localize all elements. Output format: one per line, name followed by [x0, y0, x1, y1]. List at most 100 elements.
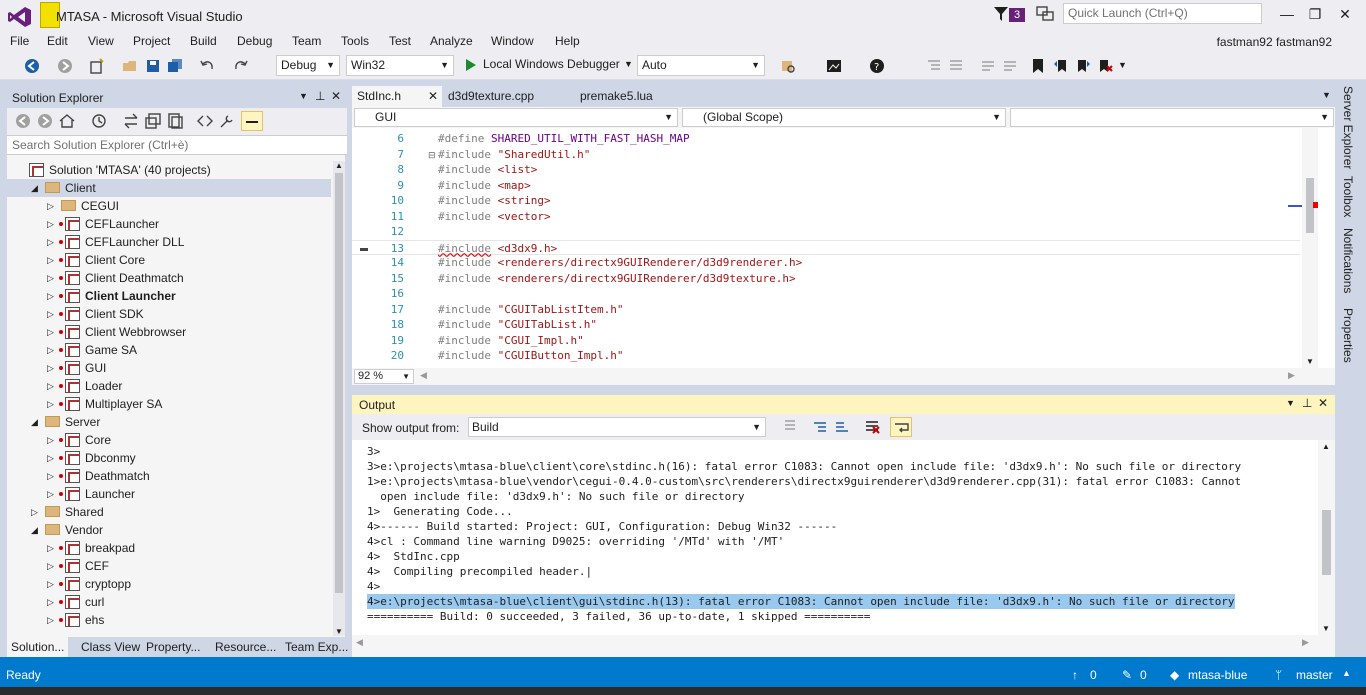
previous-message-icon[interactable]	[812, 419, 828, 435]
collapsed-arrow-icon[interactable]: ▷	[47, 197, 54, 215]
clear-bookmarks-icon[interactable]	[1097, 58, 1113, 74]
output-horizontal-scrollbar[interactable]: ◀ ▶	[352, 635, 1318, 651]
collapsed-arrow-icon[interactable]: ▷	[47, 485, 54, 503]
filter-icon[interactable]	[994, 6, 1008, 22]
branch-menu-icon[interactable]: ▲	[1342, 668, 1351, 678]
collapsed-arrow-icon[interactable]: ▷	[31, 503, 38, 521]
collapsed-arrow-icon[interactable]: ▷	[47, 269, 54, 287]
tab-resource-view[interactable]: Resource...	[211, 637, 280, 658]
output-line[interactable]: 1>e:\projects\mtasa-blue\vendor\cegui-0.…	[367, 474, 1241, 489]
pending-changes-filter-icon[interactable]	[91, 113, 107, 129]
tree-item[interactable]: ▷ Client Core	[7, 251, 331, 269]
image-icon[interactable]	[826, 58, 842, 74]
scrollbar-thumb[interactable]	[335, 173, 343, 593]
open-file-icon[interactable]	[122, 58, 138, 74]
collapsed-arrow-icon[interactable]: ▷	[47, 233, 54, 251]
output-line[interactable]: 4>cl : Command line warning D9025: overr…	[367, 534, 784, 549]
comment-icon[interactable]	[980, 58, 996, 74]
solution-search-input[interactable]: Search Solution Explorer (Ctrl+è)	[7, 135, 347, 155]
tree-item[interactable]: ▷ Multiplayer SA	[7, 395, 331, 413]
clear-all-icon[interactable]	[864, 419, 880, 435]
home-icon[interactable]	[59, 113, 75, 129]
collapsed-arrow-icon[interactable]: ▷	[47, 467, 54, 485]
tab-stdinc-h[interactable]: StdInc.h ✕	[352, 86, 442, 107]
collapsed-arrow-icon[interactable]: ▷	[47, 611, 54, 629]
tree-item[interactable]: ▷ Deathmatch	[7, 467, 331, 485]
code-line[interactable]: 10 #include <string>	[352, 193, 1300, 209]
repository-name[interactable]: mtasa-blue	[1188, 668, 1247, 682]
collapsed-arrow-icon[interactable]: ▷	[47, 377, 54, 395]
tree-item[interactable]: ▷ GUI	[7, 359, 331, 377]
tab-team-explorer[interactable]: Team Exp...	[281, 637, 352, 658]
collapsed-arrow-icon[interactable]: ▷	[47, 215, 54, 233]
preview-selected-items-button[interactable]	[241, 111, 263, 131]
indent-icon[interactable]	[948, 58, 964, 74]
menu-window[interactable]: Window	[491, 34, 534, 48]
collapsed-arrow-icon[interactable]: ▷	[47, 359, 54, 377]
code-line[interactable]: 20 #include "CGUIButton_Impl.h"	[352, 348, 1300, 364]
menu-tools[interactable]: Tools	[341, 34, 369, 48]
show-all-files-icon[interactable]	[167, 113, 183, 129]
pin-icon[interactable]: ⊥	[1302, 396, 1312, 410]
format-icon[interactable]	[926, 58, 942, 74]
tree-item[interactable]: ▷ Dbconmy	[7, 449, 331, 467]
output-line[interactable]: open include file: 'd3dx9.h': No such fi…	[367, 489, 744, 504]
scroll-left-icon[interactable]: ◀	[356, 637, 363, 648]
collapsed-arrow-icon[interactable]: ▷	[47, 323, 54, 341]
collapse-all-icon[interactable]	[145, 113, 161, 129]
redo-icon[interactable]	[233, 58, 249, 74]
properties-wrench-icon[interactable]	[219, 113, 235, 129]
find-in-files-icon[interactable]	[780, 58, 796, 74]
minimize-button[interactable]: —	[1272, 4, 1302, 24]
tree-item[interactable]: ◢ Server	[7, 413, 331, 431]
toolbar-overflow-icon[interactable]: ▼	[1118, 60, 1127, 70]
previous-bookmark-icon[interactable]	[1053, 58, 1069, 74]
menu-help[interactable]: Help	[555, 34, 580, 48]
branch-name[interactable]: master	[1296, 668, 1333, 682]
tab-premake5-lua[interactable]: premake5.lua	[575, 86, 658, 107]
undo-icon[interactable]	[199, 58, 215, 74]
output-line[interactable]: 4> StdInc.cpp	[367, 549, 460, 564]
output-source-select[interactable]: Build ▼	[468, 417, 766, 437]
word-wrap-toggle[interactable]	[890, 417, 912, 437]
expanded-arrow-icon[interactable]: ◢	[31, 521, 38, 539]
outline-collapse-icon[interactable]: ⊟	[428, 150, 436, 161]
pin-icon[interactable]: ⊥	[315, 89, 325, 103]
collapsed-arrow-icon[interactable]: ▷	[47, 251, 54, 269]
collapsed-arrow-icon[interactable]: ▷	[47, 305, 54, 323]
view-code-icon[interactable]	[197, 113, 213, 129]
restore-button[interactable]: ❐	[1300, 4, 1330, 24]
pencil-icon[interactable]: ✎	[1122, 668, 1132, 682]
notification-count-badge[interactable]: 3	[1009, 8, 1025, 22]
pending-changes-count[interactable]: 0	[1140, 668, 1147, 682]
navigate-back-icon[interactable]	[24, 58, 40, 74]
collapsed-arrow-icon[interactable]: ▷	[47, 557, 54, 575]
new-project-icon[interactable]	[89, 58, 105, 74]
collapsed-arrow-icon[interactable]: ▷	[47, 539, 54, 557]
code-line[interactable]: 19 #include "CGUI_Impl.h"	[352, 333, 1300, 349]
tab-solution-explorer[interactable]: Solution...	[7, 637, 69, 658]
menu-test[interactable]: Test	[389, 34, 411, 48]
collapsed-arrow-icon[interactable]: ▷	[47, 449, 54, 467]
code-line[interactable]: 17 #include "CGUITabListItem.h"	[352, 302, 1300, 318]
solution-configuration-select[interactable]: Debug ▼	[276, 55, 340, 76]
editor-scrollbar[interactable]: ⊞ ▼	[1302, 128, 1318, 368]
expanded-arrow-icon[interactable]: ◢	[31, 413, 38, 431]
tree-item[interactable]: ▷ Core	[7, 431, 331, 449]
scroll-left-icon[interactable]: ◀	[420, 370, 427, 381]
feedback-icon[interactable]	[1036, 6, 1054, 22]
close-icon[interactable]: ✕	[331, 89, 341, 103]
tree-item[interactable]: ▷ Launcher	[7, 485, 331, 503]
code-line[interactable]: 11 #include <vector>	[352, 209, 1300, 225]
member-scope-select[interactable]: ▼	[1010, 108, 1334, 127]
save-all-icon[interactable]	[167, 58, 183, 74]
tree-item[interactable]: ▷ CEF	[7, 557, 331, 575]
scroll-right-icon[interactable]: ▶	[1302, 637, 1309, 648]
back-icon[interactable]	[15, 113, 31, 129]
close-button[interactable]: ✕	[1330, 4, 1360, 24]
user-account[interactable]: fastman92 fastman92	[1217, 35, 1332, 49]
sync-icon[interactable]	[123, 113, 139, 129]
output-line[interactable]: ========== Build: 0 succeeded, 3 failed,…	[367, 609, 870, 624]
tree-item[interactable]: Solution 'MTASA' (40 projects)	[7, 161, 331, 179]
menu-build[interactable]: Build	[190, 34, 217, 48]
